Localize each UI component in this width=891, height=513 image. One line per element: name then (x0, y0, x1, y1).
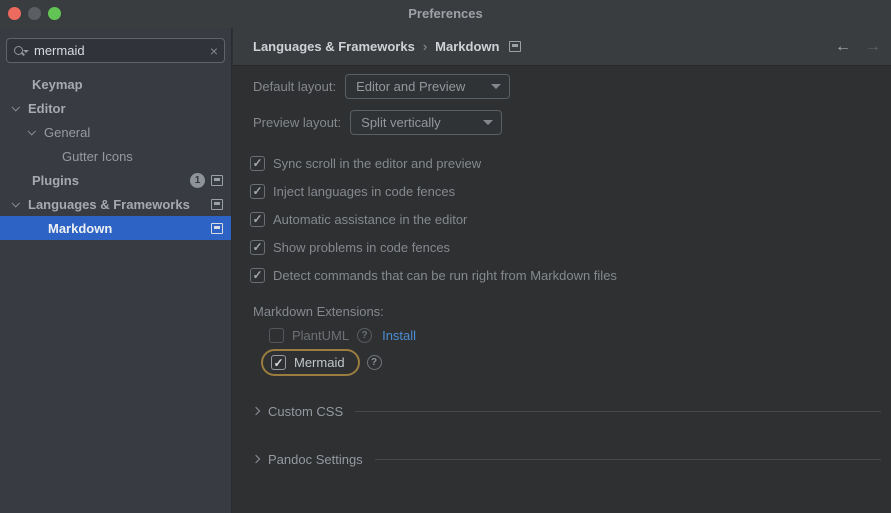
markdown-extensions-title: Markdown Extensions: (253, 304, 384, 319)
search-input[interactable] (34, 43, 210, 58)
show-problems-checkbox[interactable]: ✓ (250, 240, 265, 255)
preview-layout-select[interactable]: Split vertically (350, 110, 502, 135)
plantuml-row: PlantUML ? Install (269, 324, 416, 346)
default-layout-label: Default layout: (253, 79, 336, 94)
clear-search-icon[interactable]: × (210, 44, 218, 58)
chevron-right-icon[interactable] (252, 407, 260, 415)
check-icon: ✓ (252, 269, 262, 281)
plugins-count-badge: 1 (190, 173, 205, 188)
check-icon: ✓ (252, 241, 262, 253)
breadcrumb-separator-icon: › (423, 39, 427, 54)
preview-layout-value: Split vertically (361, 115, 440, 130)
sidebar-item-label: Languages & Frameworks (28, 197, 190, 212)
settings-header: Languages & Frameworks › Markdown ← → (233, 28, 891, 66)
sidebar-item-keymap[interactable]: Keymap (0, 72, 231, 96)
searchable-option-icon (211, 175, 223, 186)
sidebar-item-label: Markdown (48, 221, 112, 236)
sidebar-item-label: Gutter Icons (62, 149, 133, 164)
checkbox-row: ✓ Inject languages in code fences (250, 177, 455, 205)
pandoc-settings-section[interactable]: Pandoc Settings (253, 448, 881, 470)
checkbox-row: ✓ Sync scroll in the editor and preview (250, 149, 481, 177)
dropdown-arrow-icon (491, 84, 501, 89)
checkbox-label[interactable]: Show problems in code fences (273, 240, 450, 255)
back-arrow-icon[interactable]: ← (835, 38, 851, 56)
sidebar-item-markdown[interactable]: Markdown (0, 216, 231, 240)
section-label[interactable]: Pandoc Settings (268, 452, 363, 467)
searchable-option-icon (211, 223, 223, 234)
plantuml-help-icon[interactable]: ? (357, 328, 372, 343)
sidebar-item-label: General (44, 125, 90, 140)
section-divider (375, 459, 881, 460)
checkbox-row: ✓ Show problems in code fences (250, 233, 450, 261)
section-label[interactable]: Custom CSS (268, 404, 343, 419)
default-layout-select[interactable]: Editor and Preview (345, 74, 510, 99)
mermaid-checkbox[interactable]: ✓ (271, 355, 286, 370)
mermaid-help-icon[interactable]: ? (367, 355, 382, 370)
custom-css-section[interactable]: Custom CSS (253, 400, 881, 422)
breadcrumb-parent[interactable]: Languages & Frameworks (253, 39, 415, 54)
sidebar-item-plugins[interactable]: Plugins 1 (0, 168, 231, 192)
settings-search-box[interactable]: × (6, 38, 225, 63)
searchable-option-icon (509, 41, 521, 52)
detect-commands-checkbox[interactable]: ✓ (250, 268, 265, 283)
default-layout-value: Editor and Preview (356, 79, 465, 94)
sidebar-item-label: Keymap (32, 77, 83, 92)
mermaid-label[interactable]: Mermaid (294, 355, 345, 370)
settings-tree: Keymap Editor General Gutter Icons Plugi… (0, 72, 231, 240)
check-icon: ✓ (252, 157, 262, 169)
window-title: Preferences (0, 0, 891, 28)
checkbox-label[interactable]: Detect commands that can be run right fr… (273, 268, 617, 283)
checkbox-row: ✓ Automatic assistance in the editor (250, 205, 467, 233)
settings-sidebar: × Keymap Editor General Gutter Icons (0, 28, 232, 513)
plantuml-label: PlantUML (292, 328, 349, 343)
settings-main-panel: Languages & Frameworks › Markdown ← → De… (233, 28, 891, 513)
sidebar-item-general[interactable]: General (0, 120, 231, 144)
chevron-right-icon[interactable] (252, 455, 260, 463)
check-icon: ✓ (273, 357, 283, 369)
checkbox-label[interactable]: Inject languages in code fences (273, 184, 455, 199)
sidebar-item-gutter-icons[interactable]: Gutter Icons (0, 144, 231, 168)
sync-scroll-checkbox[interactable]: ✓ (250, 156, 265, 171)
checkbox-row: ✓ Detect commands that can be run right … (250, 261, 617, 289)
titlebar: Preferences (0, 0, 891, 28)
forward-arrow-icon: → (865, 38, 881, 56)
checkbox-label[interactable]: Sync scroll in the editor and preview (273, 156, 481, 171)
search-icon (13, 44, 29, 58)
searchable-option-icon (211, 199, 223, 210)
checkbox-label[interactable]: Automatic assistance in the editor (273, 212, 467, 227)
breadcrumb-current: Markdown (435, 39, 499, 54)
section-divider (355, 411, 881, 412)
plantuml-checkbox[interactable] (269, 328, 284, 343)
automatic-assistance-checkbox[interactable]: ✓ (250, 212, 265, 227)
chevron-down-icon[interactable] (6, 201, 24, 207)
check-icon: ✓ (252, 185, 262, 197)
sidebar-item-editor[interactable]: Editor (0, 96, 231, 120)
preview-layout-label: Preview layout: (253, 115, 341, 130)
chevron-down-icon[interactable] (6, 105, 24, 111)
sidebar-item-label: Editor (28, 101, 66, 116)
sidebar-item-label: Plugins (32, 173, 79, 188)
chevron-down-icon[interactable] (22, 129, 40, 135)
check-icon: ✓ (252, 213, 262, 225)
mermaid-search-highlight: ✓ Mermaid (261, 349, 360, 376)
preferences-window: Preferences × Keymap Editor General (0, 0, 891, 513)
inject-languages-checkbox[interactable]: ✓ (250, 184, 265, 199)
mermaid-row: ✓ Mermaid ? (261, 346, 382, 379)
dropdown-arrow-icon (483, 120, 493, 125)
sidebar-item-languages-frameworks[interactable]: Languages & Frameworks (0, 192, 231, 216)
install-plantuml-link[interactable]: Install (382, 328, 416, 343)
